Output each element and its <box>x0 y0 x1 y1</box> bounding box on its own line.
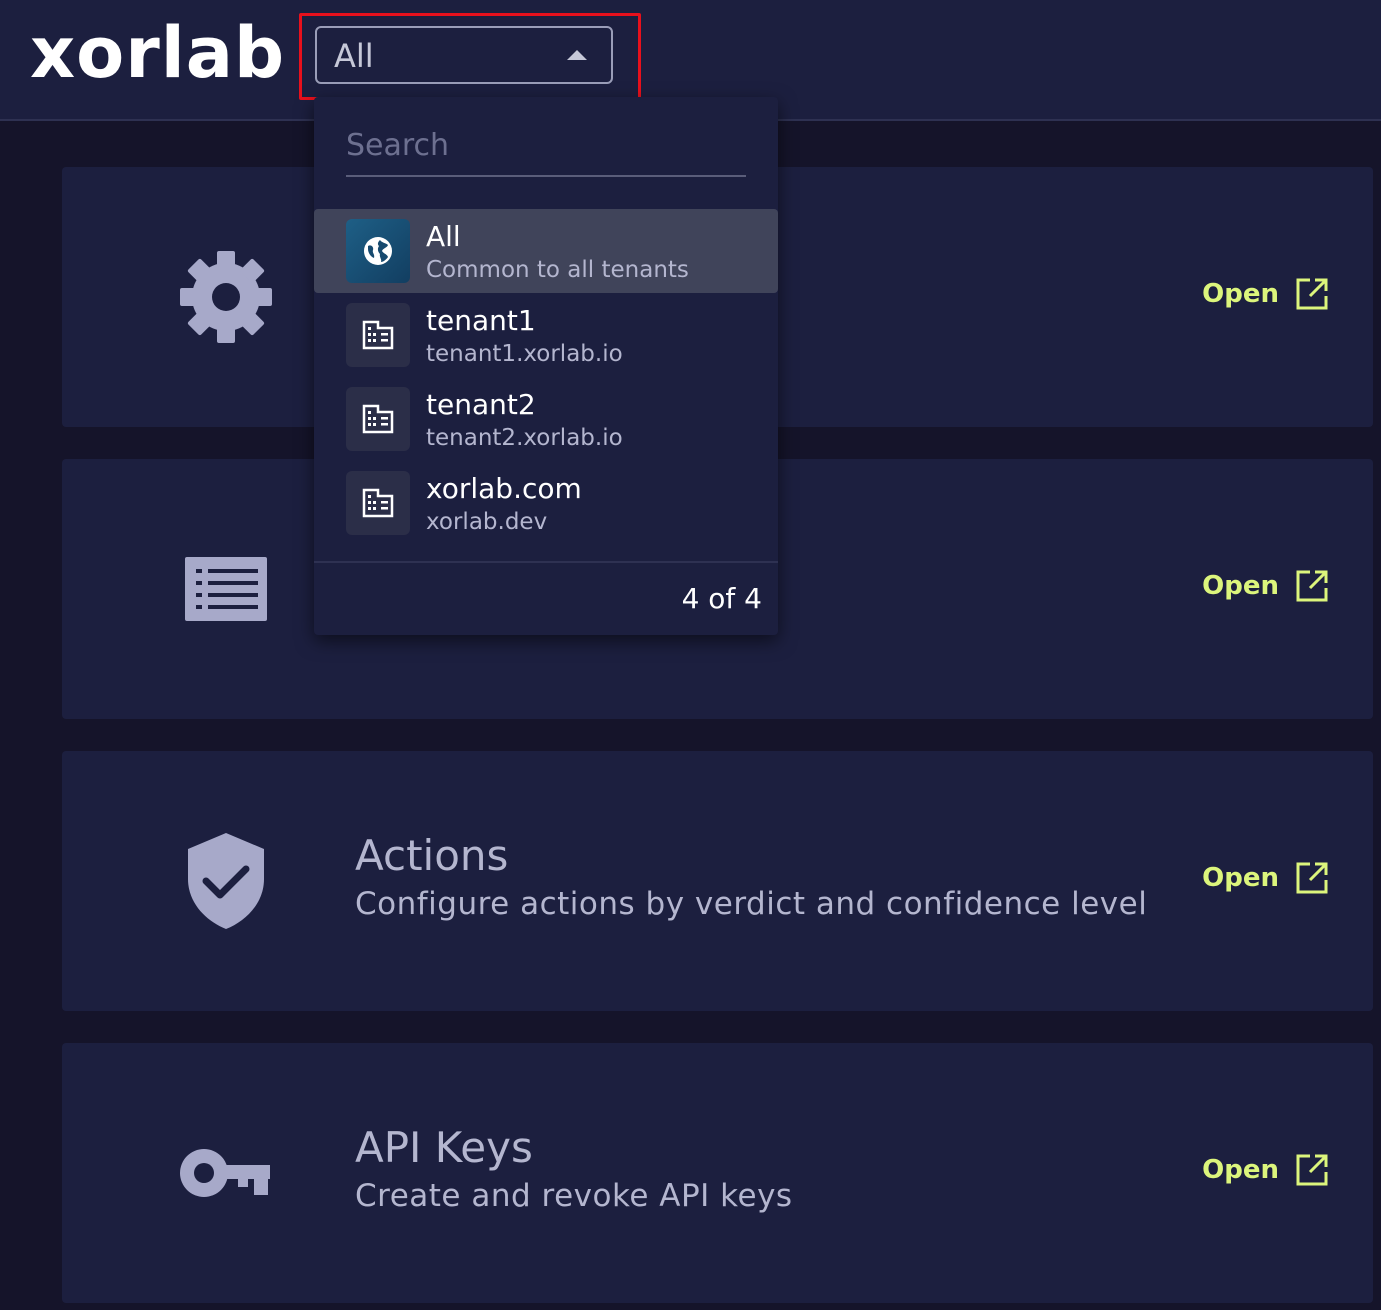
tenant-dropdown-menu: All Common to all tenants tenant1 tenant… <box>314 97 778 635</box>
building-icon <box>346 303 410 367</box>
card-description: Configure actions by verdict and confide… <box>355 886 1148 922</box>
external-link-icon <box>1296 1154 1328 1186</box>
card-description: Create and revoke API keys <box>355 1178 793 1214</box>
shield-check-icon <box>188 833 264 929</box>
open-label: Open <box>1202 863 1279 893</box>
tenant-option-tenant1[interactable]: tenant1 tenant1.xorlab.io <box>314 293 778 377</box>
option-subtitle: tenant1.xorlab.io <box>426 341 623 367</box>
tenant-option-tenant2[interactable]: tenant2 tenant2.xorlab.io <box>314 377 778 461</box>
gear-icon <box>180 251 272 343</box>
open-label: Open <box>1202 571 1279 601</box>
tenant-option-all[interactable]: All Common to all tenants <box>314 209 778 293</box>
building-icon <box>346 387 410 451</box>
result-count: 4 of 4 <box>681 582 762 615</box>
actions-card: Actions Configure actions by verdict and… <box>62 751 1373 1011</box>
option-title: tenant2 <box>426 388 536 421</box>
dropdown-divider <box>314 561 778 563</box>
tenant-select[interactable]: All <box>315 26 613 84</box>
key-icon <box>180 1149 270 1197</box>
open-label: Open <box>1202 1155 1279 1185</box>
open-link[interactable]: Open <box>1202 277 1329 311</box>
tenant-option-xorlab-com[interactable]: xorlab.com xorlab.dev <box>314 461 778 545</box>
tenant-select-value: All <box>334 37 374 75</box>
option-title: All <box>426 220 461 253</box>
external-link-icon <box>1296 862 1328 894</box>
option-title: xorlab.com <box>426 472 582 505</box>
open-link[interactable]: Open <box>1202 861 1329 895</box>
option-subtitle: Common to all tenants <box>426 257 689 283</box>
open-link[interactable]: Open <box>1202 569 1329 603</box>
open-link[interactable]: Open <box>1202 1153 1329 1187</box>
option-subtitle: tenant2.xorlab.io <box>426 425 623 451</box>
open-label: Open <box>1202 279 1279 309</box>
caret-up-icon <box>567 50 587 60</box>
list-icon <box>185 557 267 621</box>
card-title: Actions <box>355 831 509 880</box>
globe-icon <box>346 219 410 283</box>
search-input[interactable] <box>346 125 746 165</box>
building-icon <box>346 471 410 535</box>
option-title: tenant1 <box>426 304 536 337</box>
xorlab-logo[interactable]: xorlab <box>30 18 285 88</box>
search-field <box>346 117 746 177</box>
api-keys-card: API Keys Create and revoke API keys Open <box>62 1043 1373 1303</box>
external-link-icon <box>1296 278 1328 310</box>
option-subtitle: xorlab.dev <box>426 509 548 535</box>
external-link-icon <box>1296 570 1328 602</box>
card-title: API Keys <box>355 1123 533 1172</box>
